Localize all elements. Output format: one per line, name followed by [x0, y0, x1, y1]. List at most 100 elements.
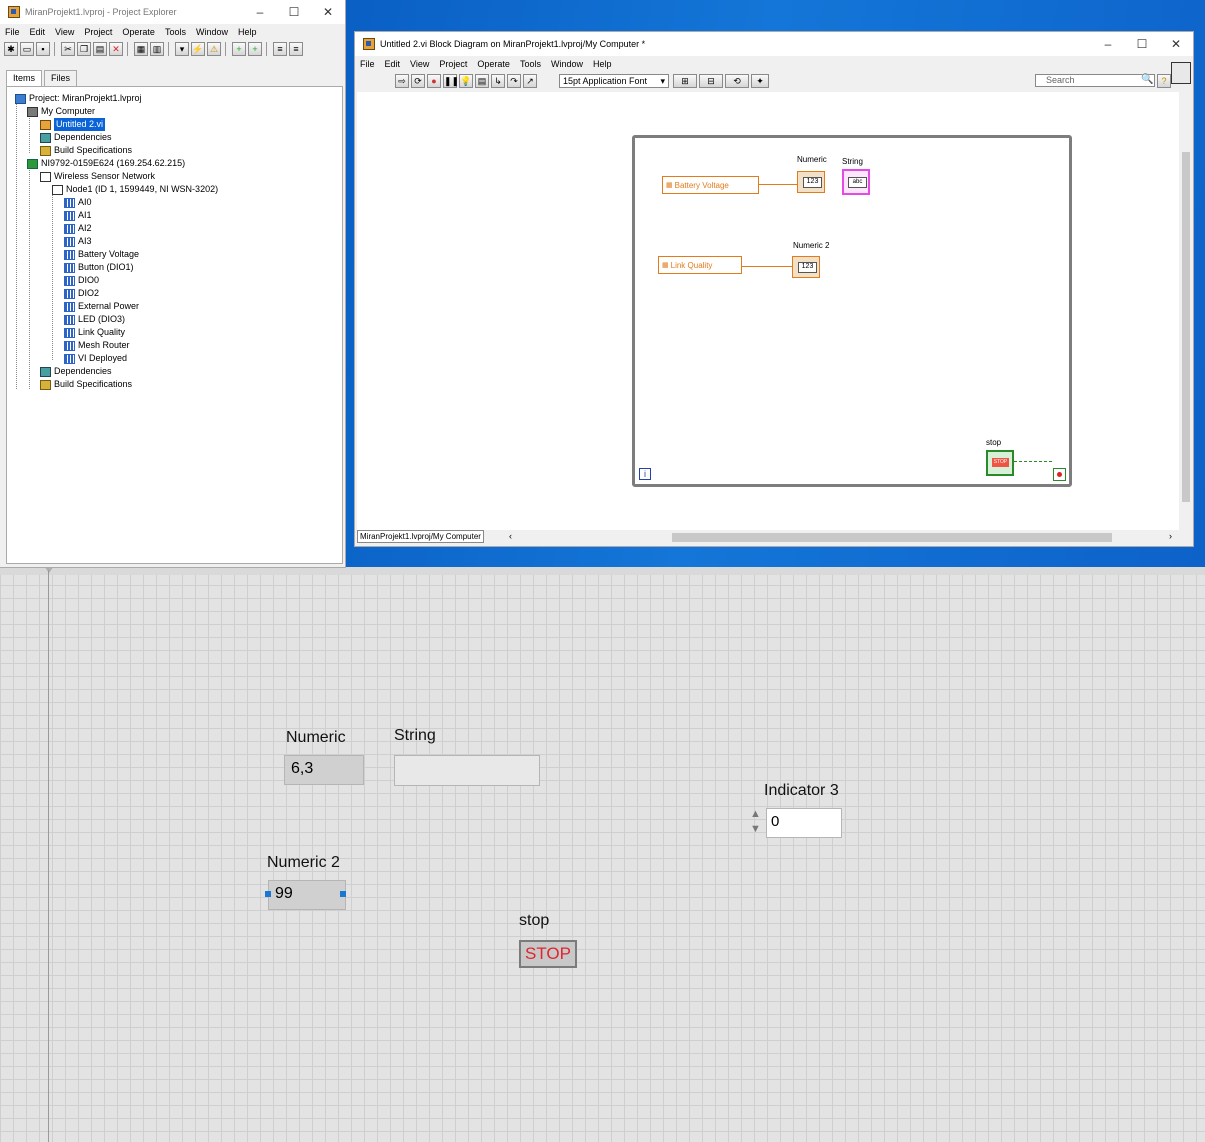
- menu-file[interactable]: File: [355, 59, 380, 69]
- tree-item-project[interactable]: Project: MiranProjekt1.lvproj: [15, 92, 142, 105]
- tree-item-my-computer[interactable]: My Computer: [27, 105, 95, 118]
- vertical-scrollbar-thumb[interactable]: [1182, 152, 1190, 502]
- tree-item-channel[interactable]: DIO0: [64, 274, 99, 287]
- menu-help[interactable]: Help: [233, 27, 262, 37]
- close-button[interactable]: ✕: [1159, 37, 1193, 51]
- menu-operate[interactable]: Operate: [117, 27, 160, 37]
- step-into-icon[interactable]: ↳: [491, 74, 505, 88]
- tree-item-channel[interactable]: Battery Voltage: [64, 248, 139, 261]
- string-indicator-terminal[interactable]: abc: [842, 169, 870, 195]
- iteration-terminal[interactable]: i: [639, 468, 651, 480]
- new-icon[interactable]: ✱: [4, 42, 18, 56]
- align-objects-icon[interactable]: ⊞: [673, 74, 697, 88]
- numeric-indicator-terminal[interactable]: 123: [797, 171, 825, 193]
- tree-item-channel[interactable]: Link Quality: [64, 326, 125, 339]
- resize-handle-left-icon[interactable]: [265, 891, 271, 897]
- menu-project[interactable]: Project: [434, 59, 472, 69]
- minimize-button[interactable]: –: [1091, 37, 1125, 51]
- step-out-icon[interactable]: ↗: [523, 74, 537, 88]
- help-icon[interactable]: ?: [1157, 74, 1171, 88]
- run-continuously-icon[interactable]: ⟳: [411, 74, 425, 88]
- open-icon[interactable]: ▭: [20, 42, 34, 56]
- tree-item-channel[interactable]: DIO2: [64, 287, 99, 300]
- search-input[interactable]: Search: [1035, 74, 1155, 87]
- indicator3-control[interactable]: 0: [766, 808, 842, 838]
- font-selector[interactable]: 15pt Application Font ▾: [559, 74, 669, 88]
- menu-help[interactable]: Help: [588, 59, 617, 69]
- horizontal-scrollbar-thumb[interactable]: [672, 533, 1112, 542]
- collapse-icon[interactable]: ≡: [289, 42, 303, 56]
- reorder-icon[interactable]: ⟲: [725, 74, 749, 88]
- menu-file[interactable]: File: [0, 27, 25, 37]
- tree-item-channel[interactable]: AI1: [64, 209, 92, 222]
- tab-files[interactable]: Files: [44, 70, 78, 86]
- distribute-objects-icon[interactable]: ⊟: [699, 74, 723, 88]
- view-options-icon[interactable]: ▾: [175, 42, 189, 56]
- copy-icon[interactable]: ❐: [77, 42, 91, 56]
- menu-window[interactable]: Window: [191, 27, 233, 37]
- paste-icon[interactable]: ▤: [93, 42, 107, 56]
- while-loop[interactable]: ▦ Battery Voltage Numeric 123 String abc…: [632, 135, 1072, 487]
- abort-icon[interactable]: ●: [427, 74, 441, 88]
- add-folder-icon[interactable]: +: [248, 42, 262, 56]
- tree-item-build-specs[interactable]: Build Specifications: [40, 378, 132, 391]
- tree-item-target[interactable]: NI9792-0159E624 (169.254.62.215): [27, 157, 185, 170]
- boolean-wire[interactable]: [1014, 461, 1052, 462]
- context-path[interactable]: MiranProjekt1.lvproj/My Computer: [357, 530, 484, 543]
- tab-items[interactable]: Items: [6, 70, 43, 86]
- tree-item-wsn[interactable]: Wireless Sensor Network: [40, 170, 155, 183]
- increment-arrow-icon[interactable]: ▲: [750, 808, 761, 820]
- menu-tools[interactable]: Tools: [160, 27, 191, 37]
- build-icon[interactable]: ▦: [134, 42, 148, 56]
- numeric2-indicator-terminal[interactable]: 123: [792, 256, 820, 278]
- tree-item-node1[interactable]: Node1 (ID 1, 1599449, NI WSN-3202): [52, 183, 218, 196]
- add-item-icon[interactable]: +: [232, 42, 246, 56]
- tree-item-build-specs[interactable]: Build Specifications: [40, 144, 132, 157]
- tree-item-channel[interactable]: Mesh Router: [64, 339, 130, 352]
- deploy-icon[interactable]: ▥: [150, 42, 164, 56]
- battery-voltage-variable[interactable]: ▦ Battery Voltage: [662, 176, 759, 194]
- menu-operate[interactable]: Operate: [472, 59, 515, 69]
- tree-item-channel[interactable]: AI2: [64, 222, 92, 235]
- save-all-icon[interactable]: ▪: [36, 42, 50, 56]
- retain-wire-values-icon[interactable]: ▤: [475, 74, 489, 88]
- tree-item-channel[interactable]: AI0: [64, 196, 92, 209]
- block-diagram-canvas[interactable]: ▦ Battery Voltage Numeric 123 String abc…: [357, 92, 1179, 530]
- cut-icon[interactable]: ✂: [61, 42, 75, 56]
- loop-condition-terminal[interactable]: [1053, 468, 1066, 481]
- tree-item-dependencies[interactable]: Dependencies: [40, 131, 112, 144]
- scroll-left-icon[interactable]: ‹: [509, 531, 512, 541]
- tree-item-channel[interactable]: LED (DIO3): [64, 313, 125, 326]
- stop-control-terminal[interactable]: STOP: [986, 450, 1014, 476]
- run-icon[interactable]: ⇨: [395, 74, 409, 88]
- resize-handle-right-icon[interactable]: [340, 891, 346, 897]
- menu-edit[interactable]: Edit: [25, 27, 51, 37]
- tree-item-channel[interactable]: AI3: [64, 235, 92, 248]
- cleanup-diagram-icon[interactable]: ✦: [751, 74, 769, 88]
- tree-item-channel[interactable]: VI Deployed: [64, 352, 127, 365]
- scroll-right-icon[interactable]: ›: [1169, 531, 1172, 541]
- increment-decrement-icon[interactable]: ▲ ▼: [748, 808, 764, 840]
- maximize-button[interactable]: ☐: [277, 5, 311, 19]
- close-button[interactable]: ✕: [311, 5, 345, 19]
- menu-view[interactable]: View: [50, 27, 79, 37]
- minimize-button[interactable]: –: [243, 5, 277, 19]
- search-icon[interactable]: 🔍: [1141, 74, 1153, 85]
- menu-edit[interactable]: Edit: [380, 59, 406, 69]
- tree-item-channel[interactable]: Button (DIO1): [64, 261, 134, 274]
- vi-connector-icon[interactable]: [1171, 62, 1191, 84]
- menu-tools[interactable]: Tools: [515, 59, 546, 69]
- tree-item-dependencies[interactable]: Dependencies: [40, 365, 112, 378]
- step-over-icon[interactable]: ↷: [507, 74, 521, 88]
- highlight-execution-icon[interactable]: 💡: [459, 74, 473, 88]
- wire[interactable]: [742, 266, 792, 267]
- tree-item-channel[interactable]: External Power: [64, 300, 139, 313]
- link-quality-variable[interactable]: ▦ Link Quality: [658, 256, 742, 274]
- menu-project[interactable]: Project: [79, 27, 117, 37]
- maximize-button[interactable]: ☐: [1125, 37, 1159, 51]
- wire[interactable]: [759, 184, 799, 185]
- stop-button[interactable]: STOP: [519, 940, 577, 968]
- expand-icon[interactable]: ≡: [273, 42, 287, 56]
- delete-icon[interactable]: ✕: [109, 42, 123, 56]
- decrement-arrow-icon[interactable]: ▼: [750, 823, 761, 835]
